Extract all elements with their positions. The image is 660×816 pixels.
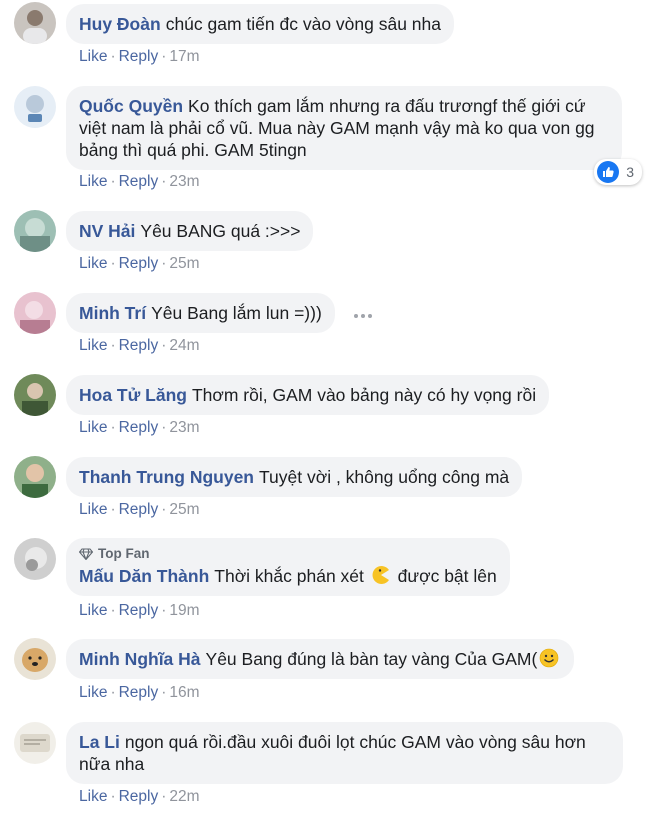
avatar[interactable] xyxy=(14,456,56,498)
commenter-name[interactable]: La Li xyxy=(79,732,120,752)
reply-link[interactable]: Reply xyxy=(119,48,159,65)
comment-text: chúc gam tiến đc vào vòng sâu nha xyxy=(165,14,442,34)
comment-text: Yêu BANG quá :>>> xyxy=(140,221,301,241)
commenter-name[interactable]: Huy Đoàn xyxy=(79,14,161,34)
avatar[interactable] xyxy=(14,210,56,252)
like-link[interactable]: Like xyxy=(79,684,107,701)
comment-bubble: Thanh Trung Nguyen Tuyệt vời , không uổng… xyxy=(66,457,523,497)
avatar[interactable] xyxy=(14,722,56,764)
commenter-name[interactable]: Minh Nghĩa Hà xyxy=(79,649,201,669)
comment-text: Thơm rồi, GAM vào bảng này có hy vọng rồ… xyxy=(191,385,537,405)
comment-text: được bật lên xyxy=(397,566,497,586)
comment-bubble: Hoa Tử Lăng Thơm rồi, GAM vào bảng này có… xyxy=(66,375,550,415)
timestamp[interactable]: 25m xyxy=(169,501,199,518)
comment-actions: Like · Reply · 25m xyxy=(79,501,200,518)
avatar[interactable] xyxy=(14,538,56,580)
like-link[interactable]: Like xyxy=(79,788,107,805)
avatar[interactable] xyxy=(14,374,56,416)
avatar[interactable] xyxy=(14,2,56,44)
more-options-icon[interactable] xyxy=(354,314,372,318)
avatar[interactable] xyxy=(14,292,56,334)
comment-text: bảng thì quá phi. GAM 5tingn xyxy=(79,140,307,160)
thumbs-up-icon xyxy=(597,161,620,183)
comment-text: Tuyệt vời , không uổng công mà xyxy=(259,467,510,487)
comment-actions: Like · Reply · 23m xyxy=(79,419,200,436)
comment-actions: Like · Reply · 17m xyxy=(79,48,200,65)
reply-link[interactable]: Reply xyxy=(119,337,159,354)
reply-link[interactable]: Reply xyxy=(119,501,159,518)
reply-link[interactable]: Reply xyxy=(119,684,159,701)
comment-text: Thời khắc phán xét xyxy=(214,566,364,586)
like-link[interactable]: Like xyxy=(79,501,107,518)
comment-actions: Like · Reply · 22m xyxy=(79,788,200,805)
comment-bubble: Minh Nghĩa Hà Yêu Bang đúng là bàn tay và… xyxy=(66,639,575,679)
like-link[interactable]: Like xyxy=(79,173,107,190)
comment-actions: Like · Reply · 19m xyxy=(79,602,200,619)
like-link[interactable]: Like xyxy=(79,419,107,436)
comment-bubble: La Li ngon quá rồi.đầu xuôi đuôi lọt chúc… xyxy=(66,722,623,784)
timestamp[interactable]: 24m xyxy=(169,337,199,354)
reaction-count-text: 3 xyxy=(626,164,634,180)
commenter-name[interactable]: Mấu Dăn Thành xyxy=(79,566,209,586)
comment-text: nữa nha xyxy=(79,754,145,774)
comment-text: ngon quá rồi.đầu xuôi đuôi lọt chúc GAM … xyxy=(124,732,586,752)
timestamp[interactable]: 17m xyxy=(169,48,199,65)
comment-bubble: Top Fan Mấu Dăn Thành Thời khắc phán xét … xyxy=(66,538,510,596)
comment-bubble: Minh Trí Yêu Bang lắm lun =))) xyxy=(66,293,335,333)
commenter-name[interactable]: Minh Trí xyxy=(79,303,146,323)
comment-text: Ko thích gam lắm nhưng ra đấu trươngf th… xyxy=(188,96,586,116)
avatar[interactable] xyxy=(14,638,56,680)
comment-text: Yêu Bang lắm lun =))) xyxy=(151,303,322,323)
pacman-emoji-icon xyxy=(372,566,389,584)
reaction-count[interactable]: 3 xyxy=(594,159,642,185)
comment-actions: Like · Reply · 25m xyxy=(79,255,200,272)
like-link[interactable]: Like xyxy=(79,602,107,619)
reply-link[interactable]: Reply xyxy=(119,173,159,190)
top-fan-label: Top Fan xyxy=(98,546,150,561)
comment-bubble: Huy Đoàn chúc gam tiến đc vào vòng sâu nh… xyxy=(66,4,455,44)
top-fan-badge: Top Fan xyxy=(79,546,497,562)
reply-link[interactable]: Reply xyxy=(119,788,159,805)
comment-actions: Like · Reply · 16m xyxy=(79,684,200,701)
comment-text: việt nam là phải cổ vũ. Mua này GAM mạnh… xyxy=(79,118,595,138)
smiley-emoji-icon xyxy=(539,648,559,668)
like-link[interactable]: Like xyxy=(79,48,107,65)
commenter-name[interactable]: Thanh Trung Nguyen xyxy=(79,467,254,487)
comment-text: Yêu Bang đúng là bàn tay vàng Của GAM( xyxy=(205,649,538,669)
like-link[interactable]: Like xyxy=(79,255,107,272)
reply-link[interactable]: Reply xyxy=(119,419,159,436)
commenter-name[interactable]: Quốc Quyền xyxy=(79,96,183,116)
timestamp[interactable]: 22m xyxy=(169,788,199,805)
avatar[interactable] xyxy=(14,86,56,128)
reply-link[interactable]: Reply xyxy=(119,602,159,619)
reply-link[interactable]: Reply xyxy=(119,255,159,272)
timestamp[interactable]: 19m xyxy=(169,602,199,619)
timestamp[interactable]: 16m xyxy=(169,684,199,701)
commenter-name[interactable]: Hoa Tử Lăng xyxy=(79,385,187,405)
like-link[interactable]: Like xyxy=(79,337,107,354)
comment-actions: Like · Reply · 24m xyxy=(79,337,200,354)
timestamp[interactable]: 23m xyxy=(169,173,199,190)
diamond-icon xyxy=(79,548,93,560)
comment-bubble: Quốc Quyền Ko thích gam lắm nhưng ra đấu … xyxy=(66,86,622,170)
comment-actions: Like · Reply · 23m xyxy=(79,173,200,190)
commenter-name[interactable]: NV Hải xyxy=(79,221,135,241)
timestamp[interactable]: 25m xyxy=(169,255,199,272)
comment-bubble: NV Hải Yêu BANG quá :>>> xyxy=(66,211,314,251)
timestamp[interactable]: 23m xyxy=(169,419,199,436)
